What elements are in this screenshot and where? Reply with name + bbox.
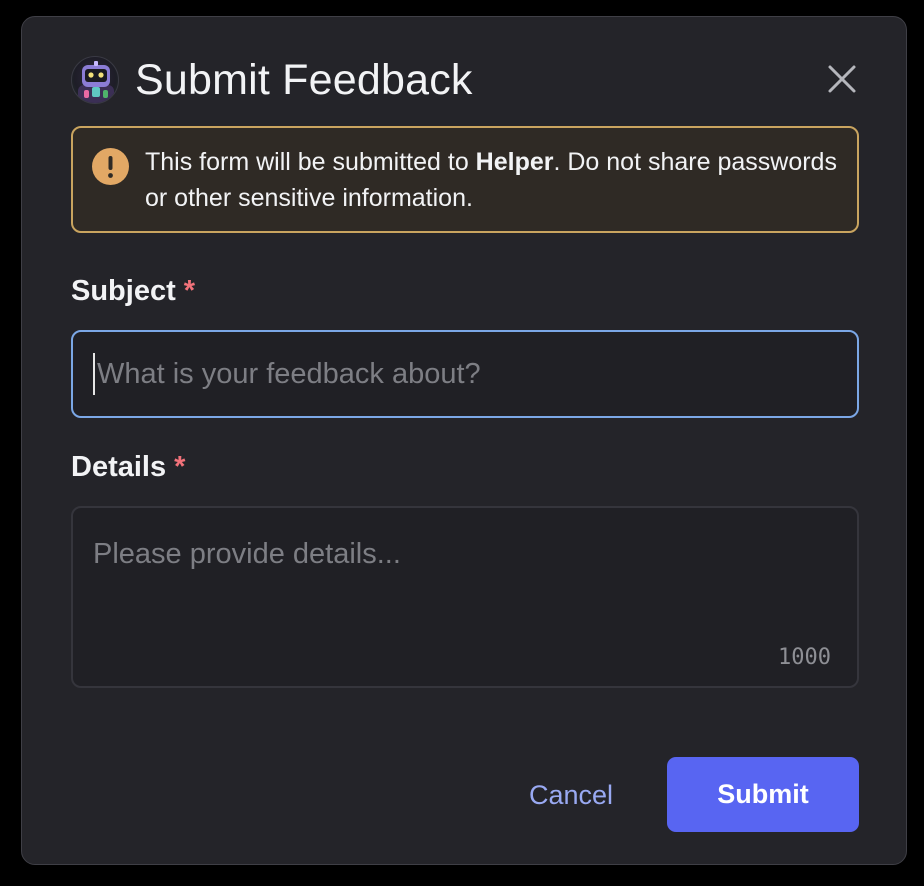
warning-text-before: This form will be submitted to [145,148,476,176]
warning-text-bold: Helper [475,148,554,176]
exclamation-icon [92,148,129,185]
close-icon [828,65,856,93]
details-required-mark: * [174,451,186,483]
details-textarea[interactable]: Please provide details... 1000 [71,506,859,688]
feedback-dialog: Submit Feedback This form will be submit… [21,16,907,865]
warning-text: This form will be submitted to Helper. D… [145,144,837,216]
subject-label: Subject * [71,275,195,308]
submit-button[interactable]: Submit [667,757,859,832]
details-placeholder: Please provide details... [93,538,401,570]
robot-avatar-icon [71,56,119,104]
details-label-text: Details [71,451,167,483]
subject-placeholder: What is your feedback about? [97,357,481,390]
cancel-button[interactable]: Cancel [515,758,627,832]
details-label: Details * [71,451,185,484]
text-caret [93,353,95,395]
warning-banner: This form will be submitted to Helper. D… [71,126,859,233]
dialog-header: Submit Feedback [71,53,473,107]
character-counter: 1000 [778,645,831,670]
subject-required-mark: * [183,275,196,307]
subject-input[interactable]: What is your feedback about? [71,330,859,418]
close-button[interactable] [824,61,860,97]
dialog-title: Submit Feedback [135,55,473,104]
subject-label-text: Subject [71,275,176,307]
